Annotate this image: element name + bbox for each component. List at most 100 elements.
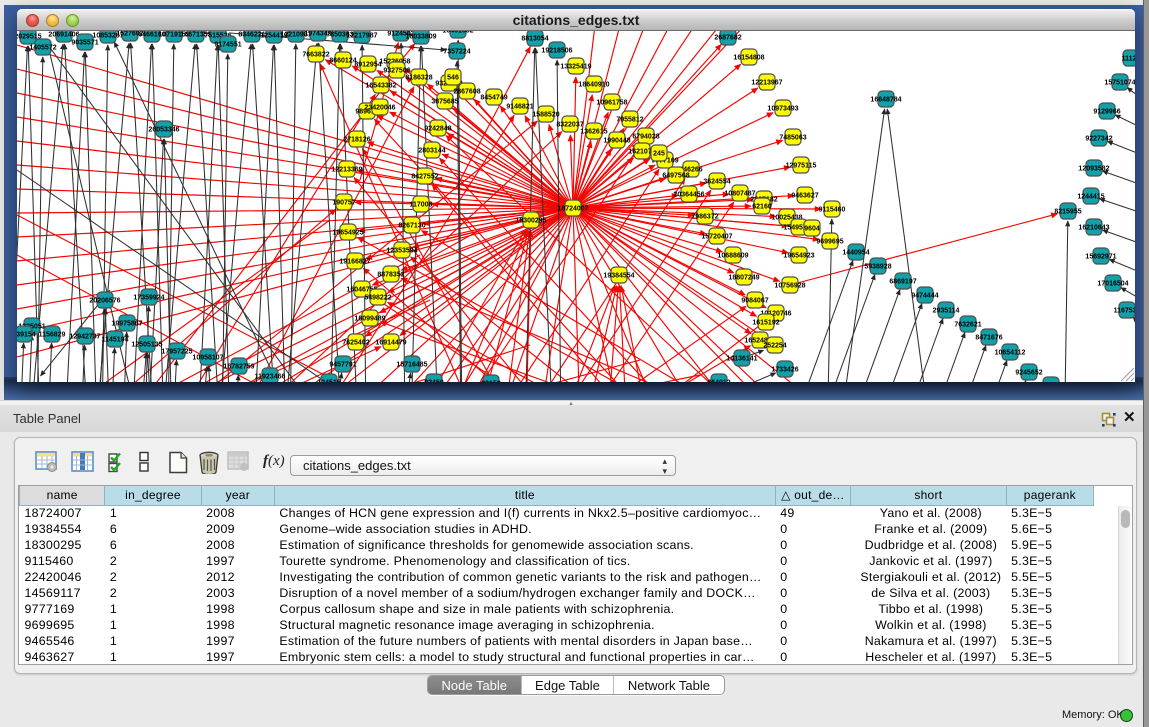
svg-text:9242848: 9242848: [424, 125, 451, 132]
svg-text:2718126: 2718126: [343, 136, 370, 143]
svg-text:16648784: 16648784: [870, 96, 901, 103]
svg-text:9174551: 9174551: [214, 41, 241, 48]
svg-text:6794028: 6794028: [632, 133, 659, 140]
svg-text:10756928: 10756928: [774, 282, 805, 289]
svg-text:17957225: 17957225: [161, 348, 192, 355]
svg-text:16033809: 16033809: [405, 33, 436, 40]
svg-text:20206576: 20206576: [89, 297, 120, 304]
svg-text:6497568: 6497568: [662, 172, 689, 179]
svg-text:9146821: 9146821: [506, 103, 533, 110]
svg-text:92450: 92450: [424, 379, 444, 382]
svg-text:16782759: 16782759: [223, 363, 254, 370]
svg-text:8322037: 8322037: [556, 121, 583, 128]
svg-text:9227342: 9227342: [1085, 135, 1112, 142]
svg-text:62160: 62160: [752, 203, 772, 210]
svg-text:12975115: 12975115: [786, 162, 817, 169]
svg-text:19975867: 19975867: [111, 320, 142, 327]
svg-text:12213369: 12213369: [331, 166, 362, 173]
svg-text:1440954: 1440954: [842, 249, 869, 256]
svg-text:9457791: 9457791: [329, 361, 356, 368]
svg-text:9604: 9604: [804, 225, 820, 232]
svg-text:2867608: 2867608: [453, 88, 480, 95]
svg-text:5938928: 5938928: [864, 263, 891, 270]
svg-text:16543382: 16543382: [365, 82, 396, 89]
svg-text:20691406: 20691406: [48, 31, 79, 38]
svg-text:12942737: 12942737: [69, 333, 100, 340]
svg-text:117008: 117008: [410, 201, 433, 208]
svg-text:8912954: 8912954: [354, 61, 381, 68]
svg-text:7632621: 7632621: [954, 321, 981, 328]
svg-text:10654925: 10654925: [332, 229, 363, 236]
svg-text:1405572: 1405572: [29, 44, 56, 51]
svg-text:15692971: 15692971: [1085, 253, 1116, 260]
svg-text:8813054: 8813054: [521, 35, 548, 42]
svg-text:664012: 664012: [707, 379, 730, 382]
svg-text:3624554: 3624554: [703, 178, 730, 185]
svg-text:19218506: 19218506: [541, 47, 572, 54]
svg-text:252254: 252254: [763, 342, 786, 349]
svg-text:190757: 190757: [332, 199, 355, 206]
svg-text:13325419: 13325419: [560, 63, 591, 70]
svg-text:7986372: 7986372: [691, 213, 718, 220]
svg-text:9463627: 9463627: [791, 192, 818, 199]
svg-text:9035571: 9035571: [71, 39, 98, 46]
svg-text:9129966: 9129966: [1093, 108, 1120, 115]
svg-text:8660124: 8660124: [329, 57, 356, 64]
svg-text:12093582: 12093582: [1078, 165, 1109, 172]
svg-text:14136141: 14136141: [726, 355, 757, 362]
svg-text:10461652: 10461652: [442, 31, 473, 34]
svg-text:16099489: 16099489: [354, 315, 385, 322]
svg-text:7955812: 7955812: [616, 116, 643, 123]
svg-text:83152: 83152: [481, 380, 501, 382]
svg-text:1244415: 1244415: [1077, 193, 1104, 200]
svg-text:1733426: 1733426: [771, 366, 798, 373]
svg-text:12353594: 12353594: [386, 247, 417, 254]
svg-text:8215955: 8215955: [1054, 208, 1081, 215]
svg-text:9474444: 9474444: [911, 292, 938, 299]
svg-text:1615192: 1615192: [752, 319, 779, 326]
svg-text:9327506: 9327506: [383, 67, 410, 74]
svg-text:8878352: 8878352: [377, 271, 404, 278]
svg-text:3875685: 3875685: [431, 98, 458, 105]
svg-text:17359924: 17359924: [133, 294, 164, 301]
svg-text:1362615: 1362615: [580, 128, 607, 135]
svg-text:9699695: 9699695: [816, 238, 843, 245]
svg-text:18300295: 18300295: [515, 217, 546, 224]
svg-text:245: 245: [653, 150, 665, 157]
svg-text:1145194: 1145194: [102, 336, 129, 343]
svg-text:15720407: 15720407: [701, 233, 732, 240]
svg-text:26053346: 26053346: [148, 126, 179, 133]
svg-text:10688609: 10688609: [717, 252, 748, 259]
svg-text:8186328: 8186328: [405, 74, 432, 81]
svg-text:18640910: 18640910: [578, 81, 609, 88]
svg-text:8427552: 8427552: [411, 173, 438, 180]
svg-text:16914479: 16914479: [375, 339, 406, 346]
svg-text:10973493: 10973493: [767, 105, 798, 112]
svg-text:6869197: 6869197: [889, 278, 916, 285]
svg-text:139154: 139154: [17, 331, 36, 338]
svg-text:11923466: 11923466: [255, 373, 286, 380]
svg-text:1588520: 1588520: [532, 111, 559, 118]
svg-text:9084067: 9084067: [741, 297, 768, 304]
svg-text:10961758: 10961758: [596, 99, 627, 106]
svg-text:1990448: 1990448: [603, 137, 630, 144]
svg-text:5498222: 5498222: [364, 294, 391, 301]
svg-text:12505135: 12505135: [131, 341, 162, 348]
svg-text:1156829: 1156829: [39, 331, 66, 338]
svg-text:17016504: 17016504: [1097, 280, 1128, 287]
svg-text:8454749: 8454749: [480, 94, 507, 101]
svg-text:19654923: 19654923: [783, 252, 814, 259]
svg-text:2803144: 2803144: [418, 147, 445, 154]
svg-text:546: 546: [447, 74, 459, 81]
svg-text:124515: 124515: [317, 379, 340, 382]
svg-text:8471676: 8471676: [975, 334, 1002, 341]
svg-text:9245652: 9245652: [1015, 369, 1042, 376]
svg-text:10654112: 10654112: [995, 349, 1026, 356]
svg-text:19166827: 19166827: [339, 258, 370, 265]
svg-text:15716485: 15716485: [396, 361, 427, 368]
svg-text:9115460: 9115460: [819, 206, 846, 213]
svg-text:18807249: 18807249: [728, 274, 759, 281]
svg-text:7357224: 7357224: [443, 48, 470, 55]
svg-text:12217987: 12217987: [346, 32, 377, 39]
svg-text:18724007: 18724007: [557, 205, 588, 212]
